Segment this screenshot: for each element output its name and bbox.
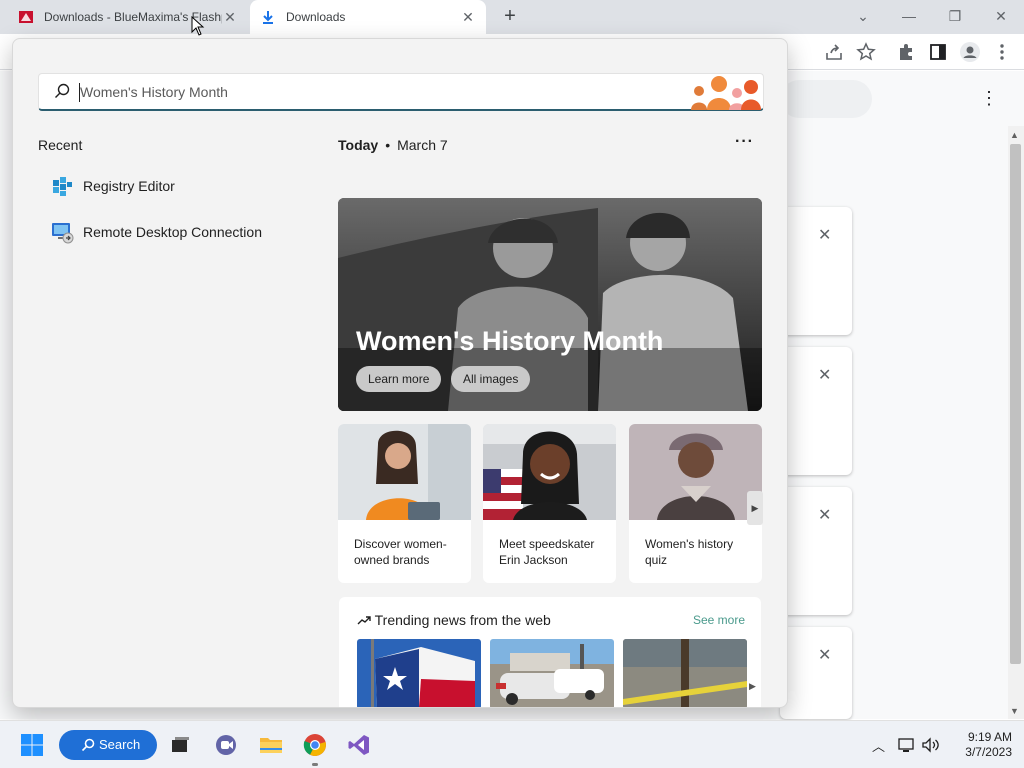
chrome-icon[interactable] — [303, 733, 327, 757]
card-image — [629, 424, 762, 520]
card-womens-history-quiz[interactable]: Women's history quiz — [629, 424, 762, 583]
today-heading: Today • March 7 — [338, 137, 448, 153]
card-caption: Discover women-owned brands — [354, 537, 447, 567]
tray-overflow-chevron-icon[interactable]: ︿ — [872, 736, 885, 754]
profile-icon[interactable] — [959, 41, 981, 63]
extensions-icon[interactable] — [895, 41, 917, 63]
remote-desktop-icon — [52, 223, 74, 244]
today-label: Today — [338, 137, 379, 153]
all-images-button[interactable]: All images — [451, 366, 531, 392]
task-view-icon[interactable] — [168, 733, 192, 757]
tab-title: Downloads — [286, 10, 346, 24]
learn-more-button[interactable]: Learn more — [356, 366, 442, 392]
remove-download-button[interactable]: ✕ — [818, 225, 831, 245]
remove-download-button[interactable]: ✕ — [818, 645, 831, 665]
close-window-button[interactable]: ✕ — [986, 4, 1016, 28]
minimize-button[interactable]: — — [894, 4, 924, 28]
recent-item-remote-desktop[interactable]: Remote Desktop Connection — [50, 216, 262, 248]
menu-icon[interactable] — [991, 41, 1013, 63]
flashpoint-icon — [19, 11, 33, 23]
card-image — [483, 424, 616, 520]
remove-download-button[interactable]: ✕ — [818, 365, 831, 385]
new-tab-button[interactable]: + — [498, 5, 522, 29]
news-thumbnail-street-car[interactable] — [490, 639, 614, 707]
tab-close-button[interactable]: ✕ — [460, 9, 476, 26]
mouse-cursor-icon — [191, 16, 205, 36]
cards-next-arrow-icon[interactable]: ▶ — [747, 491, 763, 525]
download-item-card[interactable] — [780, 207, 852, 335]
taskbar: Search ︿ 9:19 AM 3/7/2023 — [0, 720, 1024, 768]
download-item-card[interactable] — [780, 627, 852, 719]
search-input[interactable]: Women's History Month — [38, 73, 764, 111]
see-more-link[interactable]: See more — [693, 613, 745, 627]
download-item-card[interactable] — [780, 347, 852, 475]
teams-chat-icon[interactable] — [214, 733, 238, 757]
news-image — [623, 639, 747, 707]
trending-title: Trending news from the web — [374, 612, 551, 628]
download-item-card[interactable] — [780, 487, 852, 615]
recent-item-label: Registry Editor — [83, 178, 175, 194]
downloads-search-field[interactable] — [780, 80, 872, 118]
remove-download-button[interactable]: ✕ — [818, 505, 831, 525]
trending-next-arrow-icon[interactable]: ▶ — [749, 681, 756, 692]
search-icon — [81, 738, 95, 752]
hero-title: Women's History Month — [356, 326, 664, 356]
side-panel-icon[interactable] — [927, 41, 949, 63]
trending-arrow-icon — [357, 616, 371, 625]
network-icon[interactable] — [897, 736, 915, 754]
windows-search-panel: Women's History Month Recent Registry Ed… — [12, 38, 788, 708]
womens-history-illustration-icon — [691, 76, 761, 110]
restore-button[interactable]: ❐ — [940, 4, 970, 28]
visual-studio-icon[interactable] — [347, 733, 371, 757]
today-separator: • — [385, 137, 391, 153]
scroll-up-arrow-icon[interactable]: ▲ — [1010, 130, 1019, 140]
chrome-running-indicator — [312, 763, 318, 766]
today-date: March 7 — [397, 137, 448, 153]
scroll-down-arrow-icon[interactable]: ▼ — [1010, 706, 1019, 716]
news-thumbnail-texas-flag[interactable] — [357, 639, 481, 707]
volume-icon[interactable] — [921, 736, 941, 754]
tab-downloads[interactable]: Downloads ✕ — [250, 0, 486, 34]
tab-flashpoint-downloads[interactable]: Downloads - BlueMaxima's Flashp ✕ — [8, 0, 248, 34]
search-query: Women's History Month — [80, 84, 228, 100]
file-explorer-icon[interactable] — [259, 733, 283, 757]
tab-search-button[interactable]: ⌄ — [848, 4, 878, 28]
hero-card[interactable]: Women's History Month Learn more All ima… — [338, 198, 762, 411]
registry-editor-icon — [53, 177, 72, 196]
clock-time: 9:19 AM — [967, 730, 1012, 744]
recent-heading: Recent — [38, 137, 83, 153]
share-icon[interactable] — [823, 41, 845, 63]
recent-item-label: Remote Desktop Connection — [83, 224, 262, 240]
clock-date: 3/7/2023 — [965, 745, 1012, 759]
news-image — [490, 639, 614, 707]
card-women-owned-brands[interactable]: Discover women-owned brands — [338, 424, 471, 583]
scrollbar-thumb[interactable] — [1010, 144, 1021, 664]
search-icon — [55, 83, 70, 98]
download-icon — [263, 11, 273, 24]
card-image — [338, 424, 471, 520]
card-caption: Women's history quiz — [645, 537, 734, 567]
news-image — [357, 639, 481, 707]
start-icon[interactable] — [20, 733, 44, 757]
card-erin-jackson[interactable]: Meet speedskater Erin Jackson — [483, 424, 616, 583]
taskbar-search-label: Search — [99, 737, 141, 752]
trending-news-section: Trending news from the web See more ▶ — [339, 597, 761, 707]
taskbar-search-button[interactable]: Search — [59, 730, 157, 760]
system-clock[interactable]: 9:19 AM 3/7/2023 — [950, 730, 1012, 760]
trending-heading: Trending news from the web — [357, 612, 551, 628]
bookmark-star-icon[interactable] — [855, 41, 877, 63]
news-thumbnail-beach-tape[interactable] — [623, 639, 747, 707]
more-options-button[interactable]: ··· — [735, 133, 754, 151]
downloads-more-menu[interactable]: ⋮ — [980, 88, 998, 109]
tab-close-button[interactable]: ✕ — [222, 9, 238, 26]
card-caption: Meet speedskater Erin Jackson — [499, 537, 595, 567]
tab-strip: Downloads - BlueMaxima's Flashp ✕ Downlo… — [0, 0, 1024, 34]
recent-item-registry-editor[interactable]: Registry Editor — [50, 170, 175, 202]
